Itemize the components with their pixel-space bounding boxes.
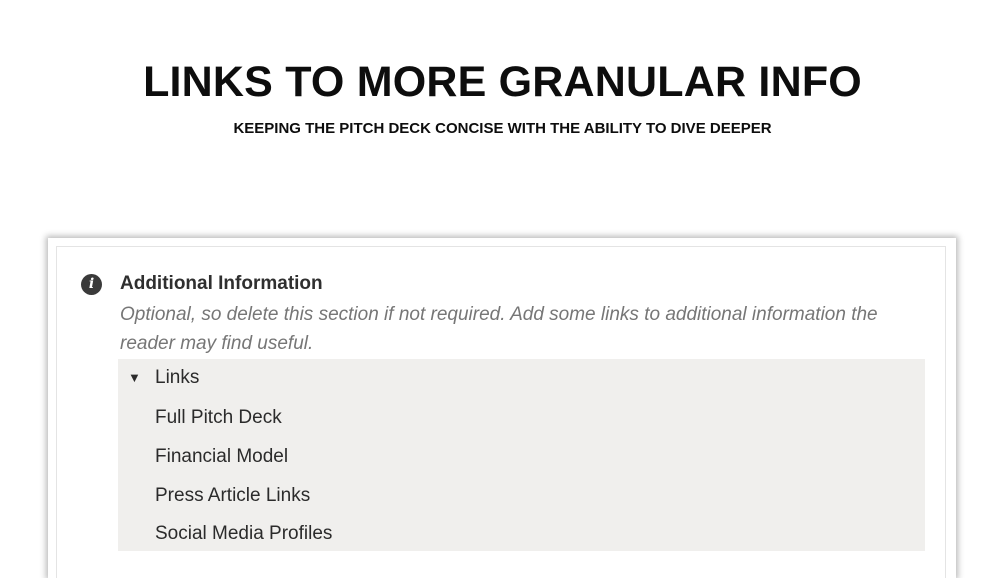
link-full-pitch-deck[interactable]: Full Pitch Deck [155,406,282,430]
callout-heading: Additional Information [120,273,323,294]
link-press-article-links[interactable]: Press Article Links [155,484,310,508]
screenshot-card: i Additional Information Optional, so de… [48,238,956,578]
link-social-media-profiles[interactable]: Social Media Profiles [155,522,332,546]
slide-subtitle: KEEPING THE PITCH DECK CONCISE WITH THE … [233,120,772,137]
triangle-down-icon[interactable]: ▼ [128,370,141,386]
callout-note: Optional, so delete this section if not … [120,304,878,354]
links-toggle-block: ▼ Links Full Pitch Deck Financial Model … [118,359,925,551]
info-icon: i [81,274,102,295]
link-financial-model[interactable]: Financial Model [155,445,288,469]
slide-title: LINKS TO MORE GRANULAR INFO [143,58,862,106]
toggle-label: Links [155,367,200,388]
callout-block: i Additional Information Optional, so de… [56,246,946,578]
links-toggle[interactable]: ▼ Links [118,359,925,397]
